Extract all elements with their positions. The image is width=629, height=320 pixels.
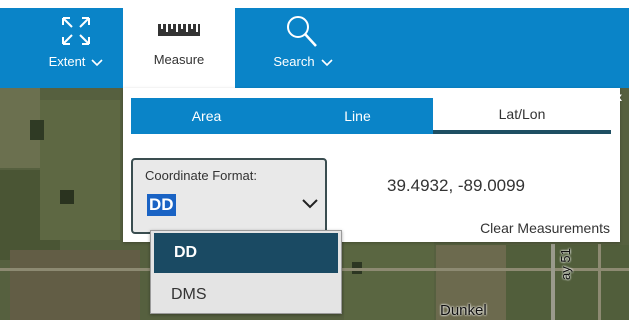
measure-button[interactable]: Measure — [123, 8, 235, 88]
measure-label: Measure — [153, 52, 205, 67]
extent-label: Extent — [49, 54, 104, 69]
latlon-readout: 39.4932, -89.0099 — [387, 176, 526, 195]
chevron-down-icon — [302, 199, 318, 209]
close-panel-button[interactable]: x — [615, 90, 622, 104]
chevron-down-icon — [321, 58, 333, 66]
ruler-icon — [158, 24, 200, 36]
map-place-label: Dunkel — [440, 302, 487, 319]
extent-button[interactable]: Extent — [30, 8, 122, 88]
top-edge — [0, 0, 629, 8]
tab-area[interactable]: Area — [131, 98, 282, 134]
expand-arrows-icon — [62, 17, 90, 45]
measure-tabs: Area Line Lat/Lon — [131, 98, 611, 134]
dropdown-option-dd[interactable]: DD — [154, 233, 338, 273]
coordinate-format-select[interactable]: Coordinate Format: DD — [131, 158, 327, 234]
map-road-label: ay 51 — [558, 248, 573, 280]
search-label: Search — [273, 54, 333, 69]
tab-latlon[interactable]: Lat/Lon — [433, 98, 611, 134]
coordinate-format-value: DD — [147, 194, 176, 216]
coordinate-format-label: Coordinate Format: — [145, 168, 257, 183]
chevron-down-icon — [91, 58, 103, 66]
clear-measurements-link[interactable]: Clear Measurements — [480, 220, 610, 236]
tab-line[interactable]: Line — [282, 98, 433, 134]
dropdown-option-dms[interactable]: DMS — [151, 275, 341, 315]
measure-panel: x Area Line Lat/Lon Coordinate Format: D… — [123, 88, 622, 242]
search-icon — [287, 16, 317, 47]
search-button[interactable]: Search — [248, 8, 358, 88]
coordinate-format-dropdown: DD DMS — [150, 230, 342, 314]
